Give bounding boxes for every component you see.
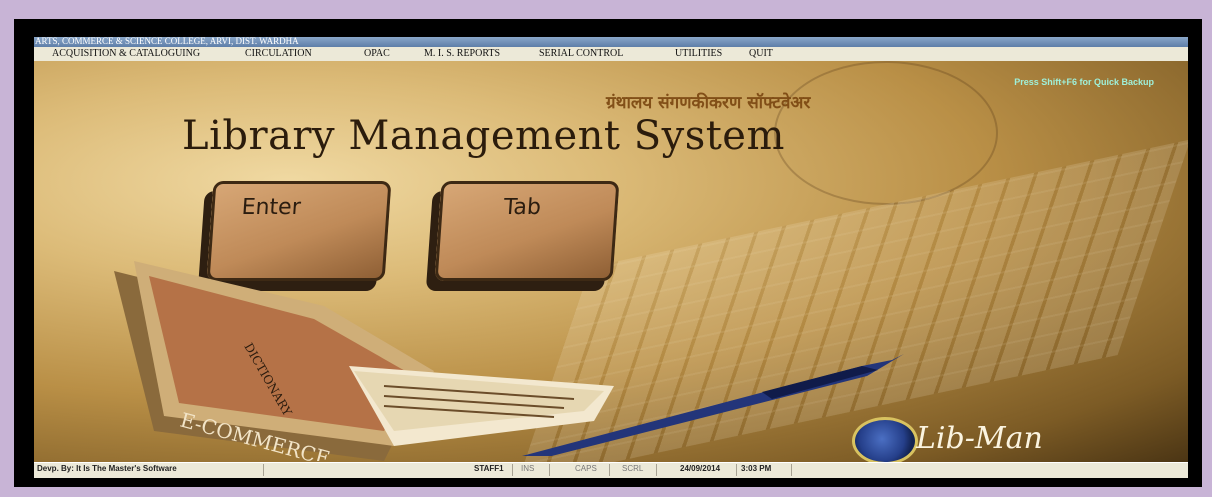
quick-backup-hint: Press Shift+F6 for Quick Backup — [1014, 77, 1154, 87]
status-scrl: SCRL — [622, 464, 657, 476]
globe-graphic — [774, 61, 998, 205]
status-caps: CAPS — [575, 464, 610, 476]
menu-bar: ACQUISITION & CATALOGUING CIRCULATION OP… — [34, 47, 1188, 62]
menu-mis-reports[interactable]: M. I. S. REPORTS — [424, 48, 500, 60]
menu-circulation[interactable]: CIRCULATION — [245, 48, 312, 60]
menu-opac[interactable]: OPAC — [364, 48, 390, 60]
title-bar: ARTS, COMMERCE & SCIENCE COLLEGE, ARVI, … — [34, 36, 1188, 47]
status-user: STAFF1 — [474, 464, 513, 476]
splash-workspace: Press Shift+F6 for Quick Backup ग्रंथालय… — [34, 61, 1188, 462]
app-title: Library Management System — [182, 113, 785, 159]
status-ins: INS — [521, 464, 550, 476]
lib-man-logo-icon — [852, 417, 918, 462]
tab-key-label: Tab — [502, 195, 542, 220]
menu-acquisition-cataloguing[interactable]: ACQUISITION & CATALOGUING — [52, 48, 200, 60]
window-title: ARTS, COMMERCE & SCIENCE COLLEGE, ARVI, … — [35, 36, 299, 46]
menu-quit[interactable]: QUIT — [749, 48, 773, 60]
status-bar: Devp. By: It Is The Master's Software ST… — [34, 462, 1188, 478]
status-developer: Devp. By: It Is The Master's Software — [37, 464, 264, 476]
marathi-title: ग्रंथालय संगणकीकरण सॉफ्टवेअर — [606, 93, 811, 113]
status-date: 24/09/2014 — [680, 464, 737, 476]
menu-serial-control[interactable]: SERIAL CONTROL — [539, 48, 623, 60]
status-time: 3:03 PM — [741, 464, 792, 476]
menu-utilities[interactable]: UTILITIES — [675, 48, 722, 60]
enter-key-label: Enter — [240, 195, 302, 220]
lib-man-logo-text: Lib-Man — [916, 421, 1043, 456]
